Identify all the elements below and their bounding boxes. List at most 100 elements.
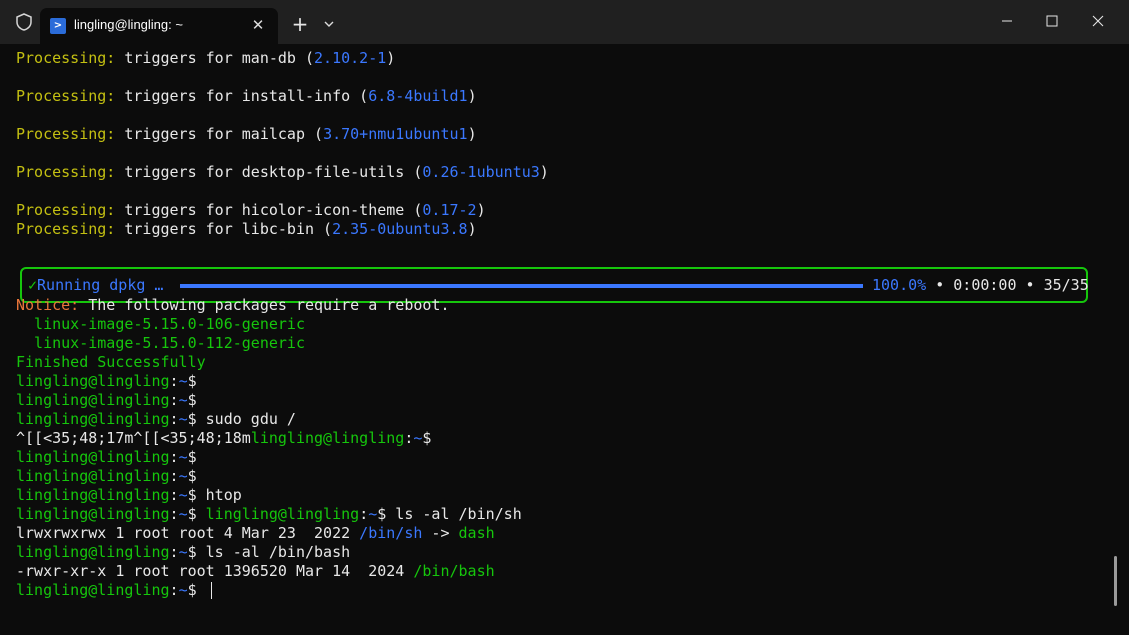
terminal-line: lingling@lingling:~$ (16, 372, 197, 391)
terminal-output[interactable]: ✓Running dpkg … 100.0% • 0:00:00 • 35/35… (0, 44, 1129, 635)
stats-separator: • (1016, 276, 1044, 294)
terminal-text: /bin/bash (413, 562, 495, 580)
terminal-text: ~ (178, 391, 188, 409)
terminal-text: dash (458, 524, 495, 542)
terminal-text: $ ls -al /bin/bash (187, 543, 351, 561)
terminal-text: lingling@lingling (16, 486, 170, 504)
terminal-text: /bin/sh (359, 524, 423, 542)
terminal-line: Finished Successfully (16, 353, 206, 372)
terminal-line: lingling@lingling:~$ ls -al /bin/bash (16, 543, 350, 562)
terminal-line: Processing: triggers for libc-bin (2.35-… (16, 220, 477, 239)
terminal-text: triggers for install-info ( (115, 87, 369, 105)
terminal-text: $ (187, 467, 197, 485)
close-tab-button[interactable]: ✕ (246, 13, 270, 37)
terminal-text: lingling@lingling (16, 372, 170, 390)
terminal-text: $ (187, 448, 197, 466)
terminal-text: $ (187, 391, 197, 409)
terminal-line: Processing: triggers for mailcap (3.70+n… (16, 125, 477, 144)
terminal-text: lingling@lingling (250, 429, 405, 447)
terminal-text: ~ (178, 372, 188, 390)
terminal-line: Notice: The following packages require a… (16, 296, 449, 315)
terminal-text: Processing: (16, 125, 116, 143)
terminal-text: : (169, 410, 179, 428)
terminal-text: ~ (178, 410, 188, 428)
terminal-text: lingling@lingling (16, 581, 170, 599)
terminal-text: lingling@lingling (205, 505, 360, 523)
terminal-text: 0.26-1ubuntu3 (422, 163, 540, 181)
terminal-line: lrwxrwxrwx 1 root root 4 Mar 23 2022 /bi… (16, 524, 495, 543)
terminal-line: lingling@lingling:~$ (16, 391, 197, 410)
terminal-text: linux-image-5.15.0-112-generic (16, 334, 305, 352)
terminal-text: lingling@lingling (16, 467, 170, 485)
scrollbar[interactable] (1114, 556, 1117, 606)
terminal-text: -rwxr-xr-x 1 root root 1396520 Mar 14 20… (16, 562, 414, 580)
terminal-text: ) (467, 220, 477, 238)
terminal-text: 3.70+nmu1ubuntu1 (323, 125, 468, 143)
progress-percent: 100.0% (872, 276, 927, 294)
progress-elapsed: 0:00:00 (953, 276, 1017, 294)
terminal-text: lingling@lingling (16, 543, 170, 561)
terminal-text: : (169, 391, 179, 409)
terminal-text: $ (187, 581, 206, 599)
terminal-line: lingling@lingling:~$ lingling@lingling:~… (16, 505, 522, 524)
terminal-line: Processing: triggers for man-db (2.10.2-… (16, 49, 395, 68)
terminal-line: Processing: triggers for hicolor-icon-th… (16, 201, 486, 220)
terminal-text: ~ (368, 505, 378, 523)
terminal-text: triggers for libc-bin ( (115, 220, 333, 238)
tab-title: lingling@lingling: ~ (74, 17, 183, 32)
shield-icon[interactable] (14, 12, 34, 32)
terminal-line: lingling@lingling:~$ htop (16, 486, 242, 505)
terminal-text: The following packages require a reboot. (79, 296, 450, 314)
terminal-text: : (169, 505, 179, 523)
terminal-text: : (169, 486, 179, 504)
terminal-tab[interactable]: > lingling@lingling: ~ ✕ (40, 8, 278, 44)
check-icon: ✓ (28, 276, 38, 294)
terminal-text: $ sudo gdu / (187, 410, 296, 428)
terminal-text: $ (422, 429, 432, 447)
terminal-text: 2.35-0ubuntu3.8 (332, 220, 468, 238)
terminal-text: 6.8-4build1 (368, 87, 468, 105)
terminal-text: ) (539, 163, 549, 181)
terminal-line: Processing: triggers for desktop-file-ut… (16, 163, 549, 182)
progress-label: Running dpkg … (37, 276, 164, 294)
terminal-text: ~ (178, 581, 188, 599)
terminal-line: lingling@lingling:~$ sudo gdu / (16, 410, 296, 429)
terminal-line: lingling@lingling:~$ (16, 448, 197, 467)
terminal-text: lingling@lingling (16, 448, 170, 466)
powershell-icon: > (50, 18, 66, 34)
terminal-line: ^[[<35;48;17m^[[<35;48;18mlingling@lingl… (16, 429, 431, 448)
progress-stats: 100.0% • 0:00:00 • 35/35 (872, 276, 1089, 295)
terminal-text: 0.17-2 (422, 201, 477, 219)
terminal-text: lrwxrwxrwx 1 root root 4 Mar 23 2022 (16, 524, 360, 542)
terminal-text: ) (386, 49, 396, 67)
terminal-text: triggers for man-db ( (115, 49, 315, 67)
title-bar: > lingling@lingling: ~ ✕ + (0, 0, 1129, 44)
maximize-icon[interactable] (1029, 0, 1075, 40)
terminal-line: linux-image-5.15.0-106-generic (16, 315, 305, 334)
chevron-down-icon[interactable] (318, 12, 340, 36)
terminal-text: : (169, 372, 179, 390)
progress-fill (180, 284, 863, 288)
terminal-text: Finished Successfully (16, 353, 206, 371)
terminal-text: $ (187, 505, 206, 523)
terminal-text: Processing: (16, 201, 116, 219)
terminal-text: Processing: (16, 220, 116, 238)
terminal-text: : (169, 581, 179, 599)
terminal-text: lingling@lingling (16, 505, 170, 523)
terminal-text: Processing: (16, 87, 116, 105)
terminal-text: ) (476, 201, 486, 219)
progress-count: 35/35 (1043, 276, 1089, 294)
new-tab-button[interactable]: + (288, 12, 312, 36)
terminal-text: 2.10.2-1 (314, 49, 387, 67)
terminal-text: Processing: (16, 49, 116, 67)
terminal-text: ~ (178, 486, 188, 504)
terminal-text: ) (467, 87, 477, 105)
progress-bar (180, 284, 863, 288)
close-icon[interactable] (1075, 0, 1121, 40)
terminal-line: lingling@lingling:~$ (16, 467, 197, 486)
minimize-icon[interactable] (984, 0, 1030, 40)
terminal-text: ~ (178, 543, 188, 561)
terminal-text: ~ (178, 505, 188, 523)
terminal-text: triggers for hicolor-icon-theme ( (115, 201, 423, 219)
terminal-text: lingling@lingling (16, 391, 170, 409)
